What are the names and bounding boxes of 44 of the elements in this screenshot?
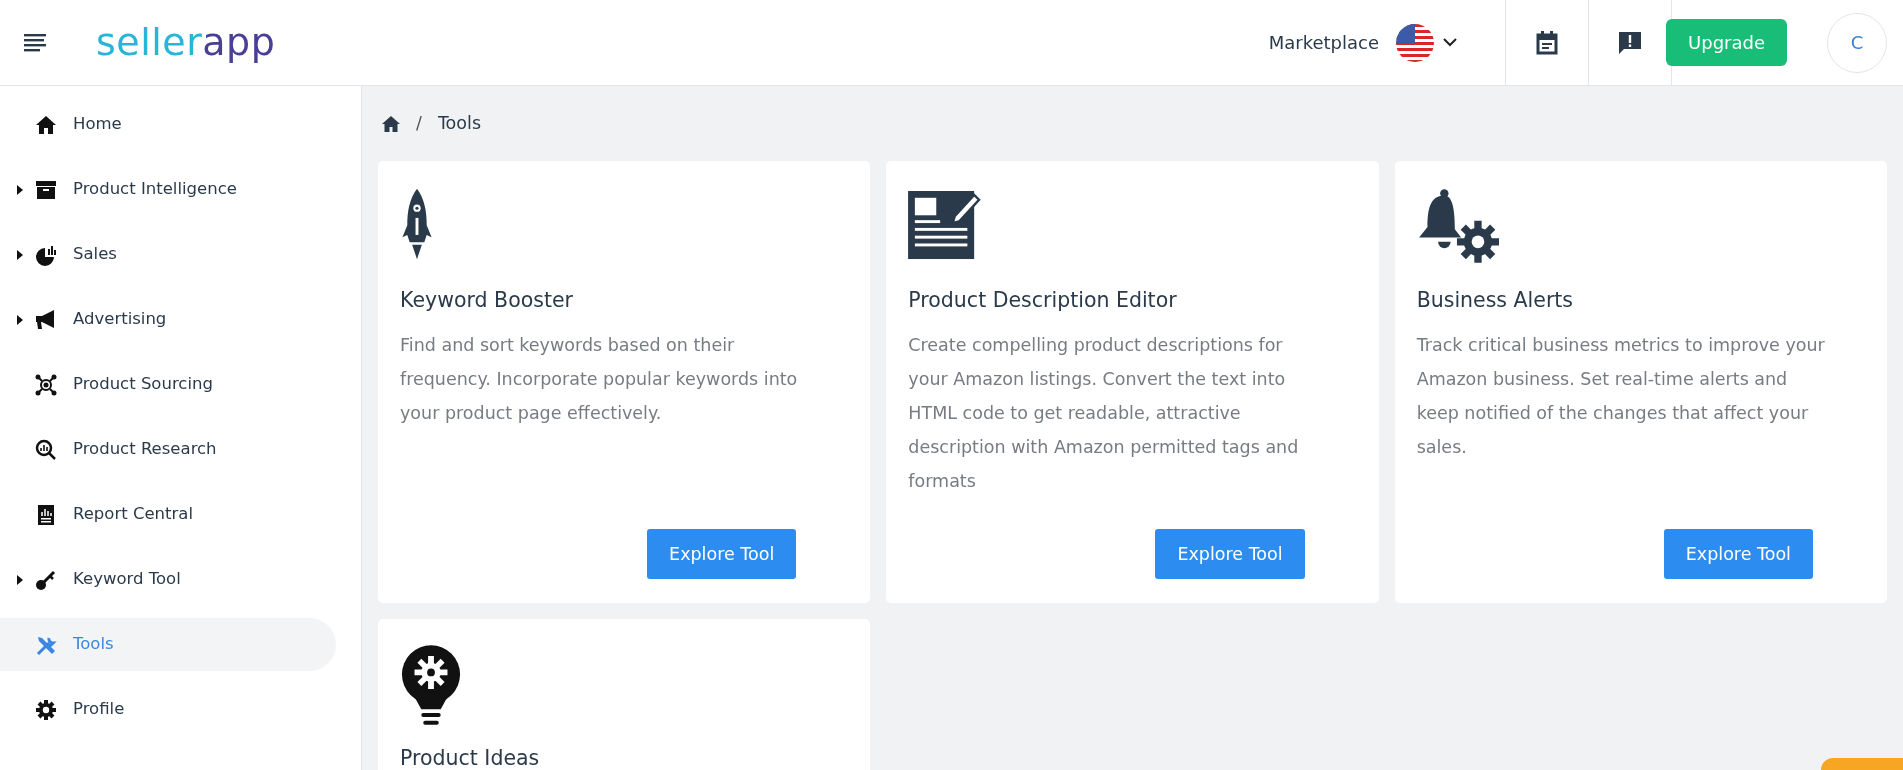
sidebar-item[interactable]: Product Intelligence (0, 163, 336, 216)
marketplace-label[interactable]: Marketplace (1268, 29, 1379, 56)
tool-description: Create compelling product descriptions for your Amazon listings. Convert the text into HTML code to get readable, attractive description with Amazon permitted tags and formats (908, 333, 1300, 493)
search-icon (35, 438, 57, 461)
tool-description: Find and sort keywords based on their frequency. Incorporate popular keywords into your product page effectively. (400, 333, 799, 425)
lightbulb-gear-icon (400, 643, 462, 727)
document-edit-icon (908, 191, 983, 260)
sidebar-item[interactable]: Home (0, 98, 336, 151)
tool-title: Product Description Editor (908, 287, 1178, 314)
pie-chart-icon (35, 243, 57, 266)
home-icon[interactable] (382, 115, 400, 132)
tool-title: Keyword Booster (400, 287, 574, 314)
flag-icon[interactable] (1395, 22, 1435, 63)
sidebar-item[interactable]: Sales (0, 228, 336, 281)
report-icon (35, 503, 57, 526)
bell-gear-icon (1416, 187, 1499, 263)
sidebar-item[interactable]: Profile (0, 683, 336, 736)
network-nodes-icon (35, 373, 57, 396)
breadcrumb-separator: / (416, 112, 422, 136)
caret-icon[interactable] (15, 248, 25, 261)
sidebar-item[interactable]: Product Research (0, 423, 336, 476)
tool-title: Product Ideas (400, 745, 541, 770)
home-icon (35, 113, 57, 136)
rocket-icon (400, 187, 434, 261)
caret-icon[interactable] (15, 313, 25, 326)
sidebar-item[interactable]: Report Central (0, 488, 336, 541)
sidebar-item[interactable]: Keyword Tool (0, 553, 336, 606)
logo[interactable]: sellerapp (96, 14, 276, 71)
avatar[interactable]: C (1827, 12, 1887, 73)
megaphone-icon (35, 308, 57, 331)
gear-icon (35, 698, 57, 721)
calendar-icon[interactable] (1536, 30, 1558, 55)
breadcrumb-current: Tools (437, 112, 481, 136)
sidebar-item[interactable]: Advertising (0, 293, 336, 346)
caret-icon[interactable] (15, 183, 25, 196)
feedback-icon[interactable] (1618, 30, 1642, 55)
menu-icon[interactable] (24, 33, 48, 52)
chevron-down-icon[interactable] (1443, 38, 1457, 47)
sidebar-item[interactable]: Product Sourcing (0, 358, 336, 411)
tool-description: Track critical business metrics to improve your Amazon business. Set real-time alerts and keep notified of the changes that affect your sales. (1416, 333, 1826, 459)
tool-title: Business Alerts (1416, 287, 1575, 314)
caret-icon[interactable] (15, 573, 25, 586)
archive-box-icon (35, 178, 57, 201)
key-icon (35, 568, 57, 591)
